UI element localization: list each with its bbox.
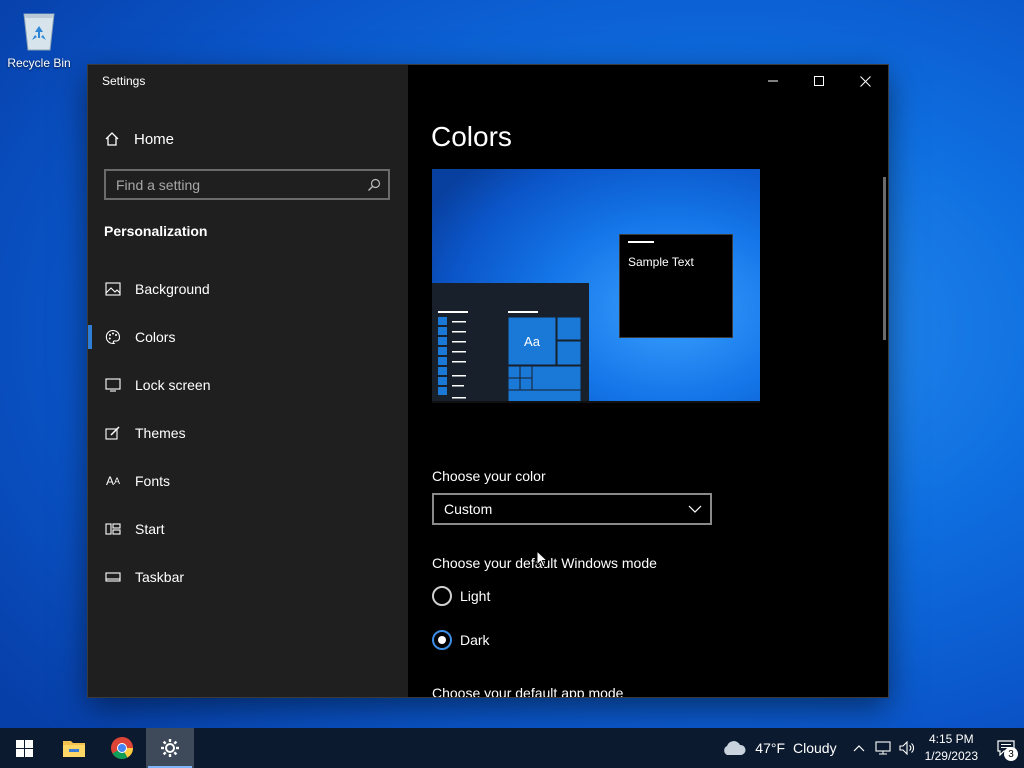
sidebar-nav: Background Colors Lock screen Themes AA … bbox=[88, 265, 408, 601]
start-button[interactable] bbox=[0, 728, 48, 768]
sidebar-item-fonts[interactable]: AA Fonts bbox=[88, 457, 408, 505]
weather-widget[interactable]: 47°F Cloudy bbox=[721, 740, 837, 756]
preview-sample-window: Sample Text bbox=[619, 234, 733, 338]
recycle-bin[interactable]: Recycle Bin bbox=[6, 8, 72, 70]
settings-sidebar: Settings Home Personalization Background… bbox=[88, 65, 408, 697]
minimize-icon bbox=[768, 80, 778, 82]
system-tray: 47°F Cloudy 4:15 PM 1/29/2023 3 bbox=[721, 728, 1024, 768]
colors-page: Colors Aa Sample Text Choose your color … bbox=[408, 65, 888, 697]
close-button[interactable] bbox=[842, 65, 888, 97]
settings-window: Settings Home Personalization Background… bbox=[88, 65, 888, 697]
sidebar-item-start[interactable]: Start bbox=[88, 505, 408, 553]
chrome-button[interactable] bbox=[98, 728, 146, 768]
sidebar-item-themes[interactable]: Themes bbox=[88, 409, 408, 457]
radio-dark-label: Dark bbox=[460, 632, 490, 648]
gear-icon bbox=[161, 739, 179, 757]
volume-icon[interactable] bbox=[899, 741, 915, 755]
lock-screen-icon bbox=[104, 376, 122, 394]
fonts-icon: AA bbox=[105, 474, 121, 488]
sidebar-item-label: Themes bbox=[135, 425, 186, 441]
close-icon bbox=[859, 75, 871, 87]
radio-circle[interactable] bbox=[432, 630, 452, 650]
clock-time: 4:15 PM bbox=[928, 732, 974, 746]
preview-tile-text: Aa bbox=[524, 334, 541, 349]
palette-icon bbox=[104, 328, 122, 346]
sidebar-item-background[interactable]: Background bbox=[88, 265, 408, 313]
notification-badge: 3 bbox=[1004, 747, 1018, 761]
section-title: Personalization bbox=[104, 223, 208, 239]
cloud-icon bbox=[724, 741, 746, 755]
sidebar-item-label: Start bbox=[135, 521, 165, 537]
clock[interactable]: 4:15 PM 1/29/2023 bbox=[925, 731, 978, 765]
chevron-down-icon bbox=[688, 505, 702, 513]
taskbar-icon bbox=[104, 568, 122, 586]
weather-condition: Cloudy bbox=[793, 740, 837, 756]
home-label: Home bbox=[134, 130, 175, 148]
recycle-bin-icon bbox=[18, 8, 60, 52]
action-center-button[interactable]: 3 bbox=[988, 728, 1024, 768]
color-preview: Aa Sample Text bbox=[432, 169, 760, 403]
maximize-button[interactable] bbox=[796, 65, 842, 97]
chevron-up-icon[interactable] bbox=[853, 744, 865, 752]
folder-icon bbox=[63, 741, 85, 757]
network-icon[interactable] bbox=[875, 741, 891, 755]
mouse-cursor-icon bbox=[536, 550, 548, 568]
choose-color-label: Choose your color bbox=[432, 468, 546, 484]
radio-circle[interactable] bbox=[432, 586, 452, 606]
page-title: Colors bbox=[431, 121, 512, 152]
file-explorer-button[interactable] bbox=[50, 728, 98, 768]
color-dropdown[interactable]: Custom bbox=[432, 493, 712, 525]
preview-sample-text: Sample Text bbox=[628, 255, 694, 269]
sidebar-item-label: Fonts bbox=[135, 473, 171, 489]
brush-icon bbox=[104, 424, 122, 442]
preview-start-menu: Aa bbox=[432, 283, 589, 403]
home-nav-item[interactable]: Home bbox=[104, 129, 174, 149]
radio-light-label: Light bbox=[460, 588, 491, 604]
caption-controls bbox=[750, 65, 888, 97]
maximize-icon bbox=[814, 76, 824, 86]
settings-taskbar-button[interactable] bbox=[146, 728, 194, 768]
sidebar-item-label: Taskbar bbox=[135, 569, 185, 585]
windows-logo-icon bbox=[15, 739, 33, 757]
picture-icon bbox=[104, 280, 122, 298]
sidebar-item-colors[interactable]: Colors bbox=[88, 313, 408, 361]
scrollbar[interactable] bbox=[883, 177, 886, 340]
radio-light[interactable]: Light bbox=[432, 586, 490, 606]
sidebar-item-label: Colors bbox=[135, 329, 176, 345]
start-icon bbox=[104, 520, 122, 538]
taskbar: 47°F Cloudy 4:15 PM 1/29/2023 3 bbox=[0, 728, 1024, 768]
app-mode-label: Choose your default app mode bbox=[432, 685, 624, 697]
clock-date: 1/29/2023 bbox=[924, 749, 978, 763]
recycle-bin-label: Recycle Bin bbox=[7, 56, 71, 70]
color-dropdown-value: Custom bbox=[444, 501, 493, 517]
radio-dark[interactable]: Dark bbox=[432, 630, 490, 650]
sidebar-item-label: Background bbox=[135, 281, 210, 297]
weather-temp: 47°F bbox=[755, 740, 786, 756]
window-title: Settings bbox=[102, 74, 146, 88]
home-icon bbox=[105, 132, 119, 146]
search-box[interactable] bbox=[104, 169, 390, 200]
sidebar-item-lock-screen[interactable]: Lock screen bbox=[88, 361, 408, 409]
search-input[interactable] bbox=[106, 175, 360, 194]
preview-taskbar bbox=[432, 401, 760, 403]
sidebar-item-label: Lock screen bbox=[135, 377, 211, 393]
chrome-icon bbox=[111, 737, 133, 759]
search-icon[interactable] bbox=[360, 171, 388, 199]
sidebar-item-taskbar[interactable]: Taskbar bbox=[88, 553, 408, 601]
minimize-button[interactable] bbox=[750, 65, 796, 97]
